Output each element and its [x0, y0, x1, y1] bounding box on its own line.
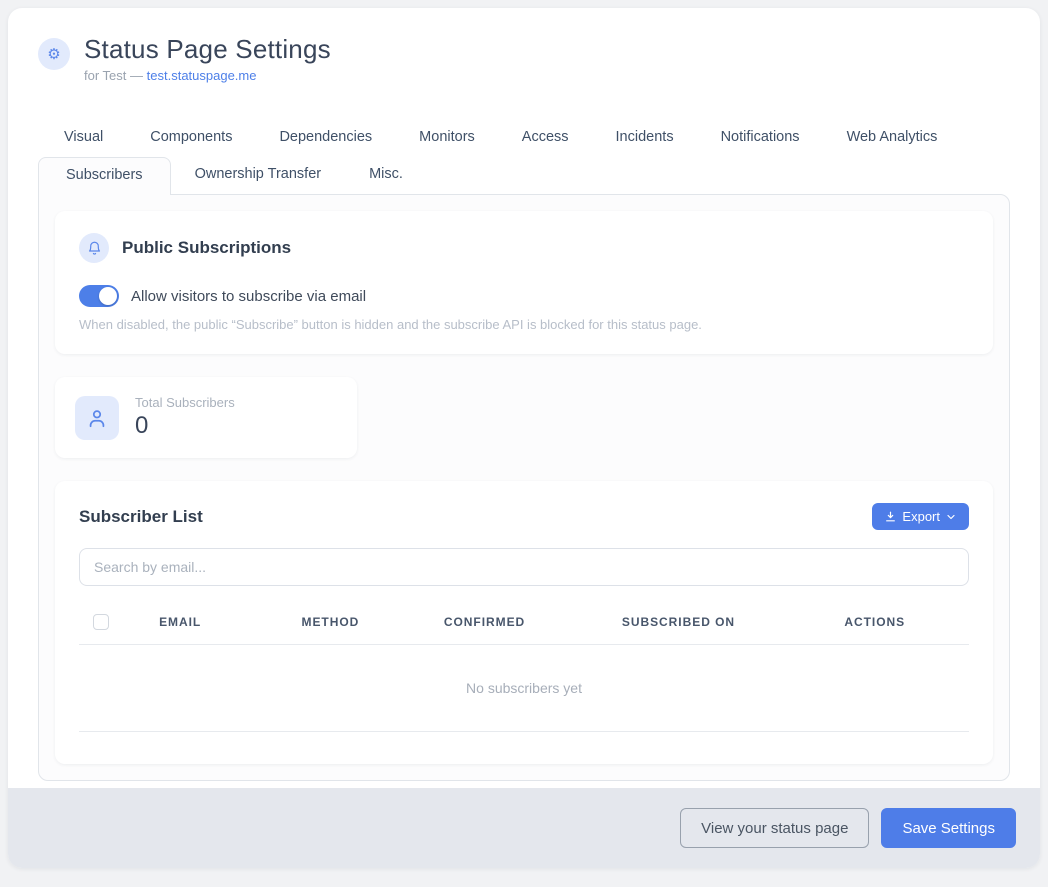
column-method: METHOD	[301, 606, 443, 645]
status-page-settings-window: ⚙ Status Page Settings for Test — test.s…	[8, 8, 1040, 868]
empty-state-message: No subscribers yet	[79, 645, 969, 732]
page-header: ⚙ Status Page Settings for Test — test.s…	[8, 8, 1040, 83]
tab-dependencies[interactable]: Dependencies	[279, 129, 372, 145]
view-status-page-button[interactable]: View your status page	[680, 808, 869, 848]
page-subtitle: for Test — test.statuspage.me	[84, 68, 331, 83]
total-subscribers-card: Total Subscribers 0	[55, 377, 357, 458]
subtitle-prefix: for Test —	[84, 68, 143, 83]
tab-web-analytics[interactable]: Web Analytics	[847, 129, 938, 145]
public-subscriptions-header: Public Subscriptions	[79, 233, 969, 263]
export-button[interactable]: Export	[872, 503, 969, 530]
subscriber-list-card: Subscriber List Export	[55, 481, 993, 764]
column-confirmed: CONFIRMED	[444, 606, 622, 645]
tab-row-1: Visual Components Dependencies Monitors …	[38, 119, 1010, 155]
download-icon	[884, 510, 897, 523]
chevron-down-icon	[945, 511, 957, 523]
table-header-row: EMAIL METHOD CONFIRMED SUBSCRIBED ON ACT…	[79, 606, 969, 645]
subscribe-toggle-row: Allow visitors to subscribe via email	[79, 285, 969, 307]
empty-state-row: No subscribers yet	[79, 645, 969, 732]
toggle-knob	[99, 287, 117, 305]
tab-components[interactable]: Components	[150, 129, 232, 145]
subscribe-toggle[interactable]	[79, 285, 119, 307]
total-subscribers-stat: Total Subscribers 0	[135, 395, 235, 440]
tab-visual[interactable]: Visual	[64, 129, 103, 145]
subscribe-help-text: When disabled, the public “Subscribe” bu…	[79, 317, 969, 332]
column-actions: ACTIONS	[844, 606, 969, 645]
subscribe-toggle-label: Allow visitors to subscribe via email	[131, 288, 366, 305]
header-text: Status Page Settings for Test — test.sta…	[84, 34, 331, 83]
tab-notifications[interactable]: Notifications	[721, 129, 800, 145]
subscribers-panel: Public Subscriptions Allow visitors to s…	[38, 194, 1010, 781]
tab-monitors[interactable]: Monitors	[419, 129, 475, 145]
gear-glyph: ⚙	[47, 45, 60, 63]
subscriber-list-title: Subscriber List	[79, 507, 203, 527]
subscriber-list-header: Subscriber List Export	[79, 503, 969, 530]
settings-tabs: Visual Components Dependencies Monitors …	[38, 119, 1010, 194]
tab-misc[interactable]: Misc.	[345, 157, 427, 194]
column-subscribed-on: SUBSCRIBED ON	[622, 606, 845, 645]
bell-icon	[79, 233, 109, 263]
tab-subscribers[interactable]: Subscribers	[38, 157, 171, 195]
tab-row-2: Subscribers Ownership Transfer Misc.	[38, 157, 1010, 194]
tab-incidents[interactable]: Incidents	[616, 129, 674, 145]
page-title: Status Page Settings	[84, 34, 331, 65]
search-input[interactable]	[79, 548, 969, 586]
tab-access[interactable]: Access	[522, 129, 569, 145]
save-settings-button[interactable]: Save Settings	[881, 808, 1016, 848]
public-subscriptions-card: Public Subscriptions Allow visitors to s…	[55, 211, 993, 354]
public-subscriptions-title: Public Subscriptions	[122, 238, 291, 258]
column-email: EMAIL	[159, 606, 301, 645]
tab-ownership-transfer[interactable]: Ownership Transfer	[171, 157, 346, 194]
gear-icon: ⚙	[38, 38, 70, 70]
export-label: Export	[902, 509, 940, 524]
status-page-link[interactable]: test.statuspage.me	[147, 68, 257, 83]
footer-action-bar: View your status page Save Settings	[8, 788, 1040, 868]
total-subscribers-label: Total Subscribers	[135, 395, 235, 410]
subscriber-table: EMAIL METHOD CONFIRMED SUBSCRIBED ON ACT…	[79, 606, 969, 732]
user-icon	[75, 396, 119, 440]
select-all-checkbox[interactable]	[93, 614, 109, 630]
total-subscribers-value: 0	[135, 412, 235, 440]
